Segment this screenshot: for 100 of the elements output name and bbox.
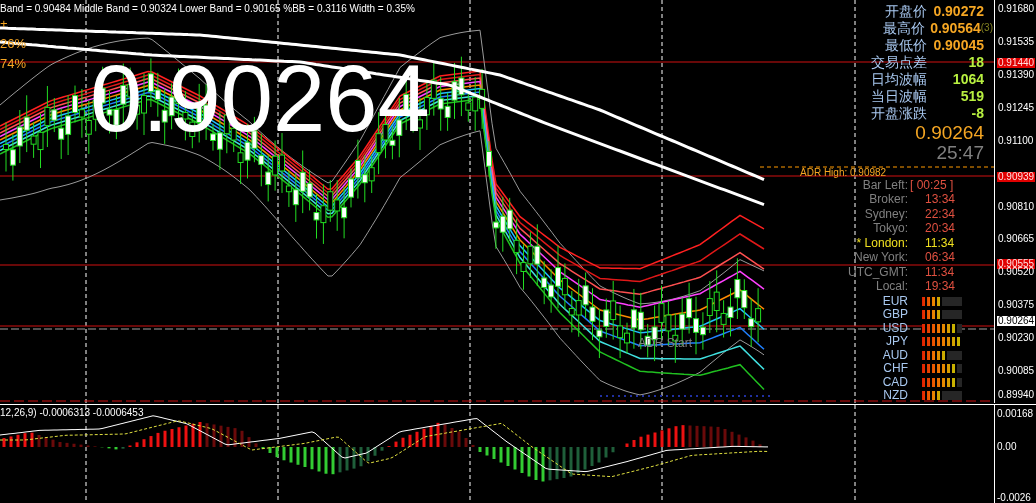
histogram-bar xyxy=(730,431,734,447)
price-axis-label: 0.91245 xyxy=(997,102,1036,113)
currency-code: USD xyxy=(881,321,908,335)
histogram-bar xyxy=(625,443,629,447)
clock-city: * London: xyxy=(855,235,908,250)
histogram-bar xyxy=(23,433,27,447)
bar-left-time: [ 00:25 ] xyxy=(910,178,954,192)
histogram-bar xyxy=(611,447,615,453)
clock-time: 20:34 xyxy=(925,221,956,236)
adr-high-label: ADR High: 0.90982 xyxy=(800,167,887,178)
histogram-bar xyxy=(72,443,76,447)
histogram-bar xyxy=(30,432,34,447)
histogram-bar xyxy=(632,440,636,447)
histogram-bar xyxy=(597,447,601,463)
clock-time: 13:34 xyxy=(925,192,956,207)
price-axis-label: 0.91535 xyxy=(997,36,1036,47)
histogram-bar xyxy=(114,447,118,450)
histogram-bar xyxy=(681,425,685,447)
histogram-bar xyxy=(702,426,706,447)
histogram-bar xyxy=(716,426,720,447)
histogram-bar xyxy=(492,447,496,459)
histogram-bar xyxy=(289,447,293,463)
clock-time: 22:34 xyxy=(925,206,956,221)
histogram-bar xyxy=(338,447,342,473)
histogram-bar xyxy=(275,447,279,458)
histogram-bar xyxy=(569,447,573,477)
histogram-bar xyxy=(2,438,6,447)
histogram-bar xyxy=(450,428,454,447)
histogram-bar xyxy=(555,447,559,480)
price-axis-label: 0.90230 xyxy=(997,333,1036,344)
histogram-bar xyxy=(583,447,587,470)
histogram-bar xyxy=(198,422,202,447)
histogram-bar xyxy=(16,434,20,447)
histogram-bar xyxy=(499,447,503,463)
histogram-bar xyxy=(184,425,188,447)
histogram-bar xyxy=(688,425,692,447)
histogram-bar xyxy=(513,447,517,470)
price-axis-label: 0.90665 xyxy=(997,234,1036,245)
quote-value: 0.90564 xyxy=(929,19,981,36)
price-axis-label: 0.90264 xyxy=(997,316,1036,327)
quote-value: -8 xyxy=(970,104,984,121)
histogram-bar xyxy=(639,436,643,447)
histogram-bar xyxy=(380,447,384,451)
quote-label: 开盘涨跌 xyxy=(870,104,927,121)
histogram-bar xyxy=(254,443,258,447)
histogram-bar xyxy=(247,437,251,447)
histogram-bar xyxy=(149,436,153,447)
currency-code: AUD xyxy=(881,348,908,362)
histogram-bar xyxy=(457,431,461,447)
histogram-bar xyxy=(534,447,538,480)
macd-axis-label: 0.00168 xyxy=(997,408,1034,419)
quote-label: 日均波幅 xyxy=(870,70,927,87)
histogram-bar xyxy=(723,429,727,447)
clock-city: Sydney: xyxy=(863,206,908,221)
histogram-bar xyxy=(324,447,328,474)
histogram-bar xyxy=(205,423,209,447)
currency-code: NZD xyxy=(882,389,908,403)
histogram-bar xyxy=(527,447,531,477)
clock-city: Tokyo: xyxy=(872,221,908,236)
histogram-bar xyxy=(317,447,321,472)
macd-axis-label: -0.0026 xyxy=(997,492,1031,503)
histogram-bar xyxy=(331,447,335,475)
histogram-bar xyxy=(604,447,608,458)
currency-code: GBP xyxy=(881,308,908,322)
histogram-bar xyxy=(478,447,482,452)
quote-label: 最低价 xyxy=(884,36,927,53)
histogram-bar xyxy=(366,447,370,461)
histogram-bar xyxy=(352,447,356,469)
histogram-bar xyxy=(401,437,405,447)
macd-axis-label: 0.00 xyxy=(997,441,1017,452)
histogram-bar xyxy=(9,436,13,447)
indicator-legend: Band = 0.90484 Middle Band = 0.90324 Lower Band = 0.90165 %BB = 0.3116 Width = 0.35% xyxy=(0,3,415,15)
histogram-bar xyxy=(485,447,489,456)
histogram-bar xyxy=(520,447,524,473)
quote-value: 18 xyxy=(967,53,984,70)
histogram-bar xyxy=(44,437,48,447)
histogram-bar xyxy=(282,447,286,461)
histogram-bar xyxy=(240,430,244,447)
histogram-bar xyxy=(233,428,237,447)
currency-code: CHF xyxy=(882,362,908,376)
histogram-bar xyxy=(660,430,664,447)
level-label: + xyxy=(0,15,9,33)
quote-note: (3) xyxy=(980,21,993,34)
histogram-bar xyxy=(310,447,314,470)
quote-label: 交易点差 xyxy=(870,53,927,70)
clock-time: 11:34 xyxy=(925,235,955,250)
clock-city: UTC_GMT: xyxy=(847,264,908,279)
price-axis-label: 0.90555 xyxy=(997,259,1036,270)
currency-code: EUR xyxy=(881,294,908,308)
quote-label: 开盘价 xyxy=(884,2,927,19)
price-axis-label: 0.90939 xyxy=(997,172,1036,183)
histogram-bar xyxy=(226,426,230,447)
histogram-bar xyxy=(674,426,678,447)
histogram-bar xyxy=(359,447,363,467)
histogram-bar xyxy=(443,424,447,447)
histogram-bar xyxy=(695,425,699,447)
histogram-bar xyxy=(436,422,440,447)
candle-countdown: 25:47 xyxy=(936,143,984,163)
histogram-bar xyxy=(268,447,272,453)
histogram-bar xyxy=(709,426,713,447)
